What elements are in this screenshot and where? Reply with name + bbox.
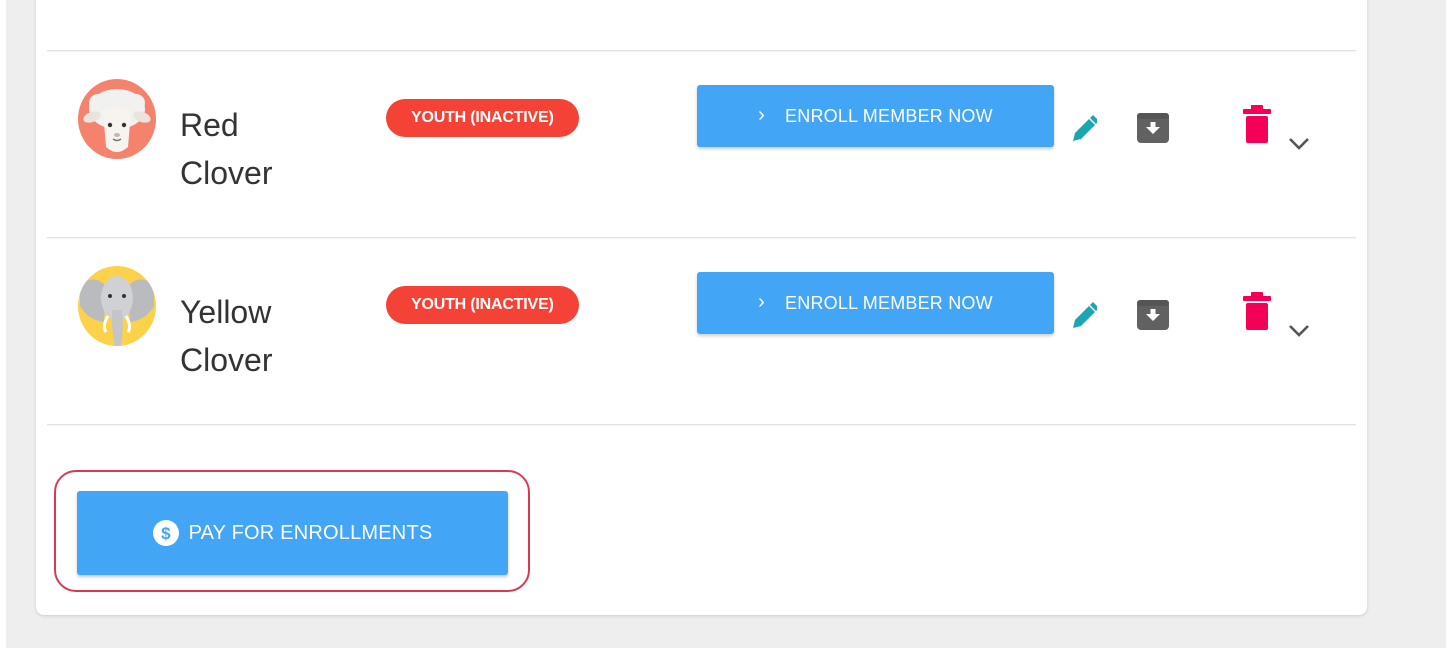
row-divider: [47, 424, 1356, 425]
elephant-avatar-icon: [78, 266, 156, 346]
member-first-name: Red: [180, 107, 239, 143]
svg-text:$: $: [161, 524, 171, 543]
status-badge: YOUTH (INACTIVE): [386, 286, 579, 324]
member-first-name: Yellow: [180, 294, 272, 330]
pencil-icon[interactable]: [1069, 298, 1099, 332]
member-last-name: Clover: [180, 155, 273, 191]
archive-icon[interactable]: [1135, 296, 1171, 332]
trash-icon[interactable]: [1242, 291, 1272, 331]
member-last-name: Clover: [180, 342, 273, 378]
member-row-red-clover: Red Clover YOUTH (INACTIVE) › ENROLL MEM…: [47, 51, 1356, 237]
pay-for-enrollments-button[interactable]: $ PAY FOR ENROLLMENTS: [77, 491, 508, 575]
chevron-right-icon: ›: [758, 291, 766, 313]
chevron-down-icon[interactable]: [1287, 131, 1311, 155]
enroll-button-label: ENROLL MEMBER NOW: [785, 293, 993, 313]
chevron-right-icon: ›: [758, 104, 766, 126]
trash-icon[interactable]: [1242, 104, 1272, 144]
member-name: Red Clover: [180, 101, 380, 197]
member-row-yellow-clover: Yellow Clover YOUTH (INACTIVE) › ENROLL …: [47, 238, 1356, 424]
pencil-icon[interactable]: [1069, 111, 1099, 145]
enroll-member-button[interactable]: › ENROLL MEMBER NOW: [697, 272, 1054, 334]
dollar-circle-icon: $: [152, 520, 179, 546]
enroll-button-label: ENROLL MEMBER NOW: [785, 106, 993, 126]
archive-icon[interactable]: [1135, 109, 1171, 145]
member-name: Yellow Clover: [180, 288, 380, 384]
sheep-avatar-icon: [78, 79, 156, 159]
pay-button-label: PAY FOR ENROLLMENTS: [188, 521, 433, 544]
enroll-member-button[interactable]: › ENROLL MEMBER NOW: [697, 85, 1054, 147]
chevron-down-icon[interactable]: [1287, 318, 1311, 342]
status-badge: YOUTH (INACTIVE): [386, 99, 579, 137]
